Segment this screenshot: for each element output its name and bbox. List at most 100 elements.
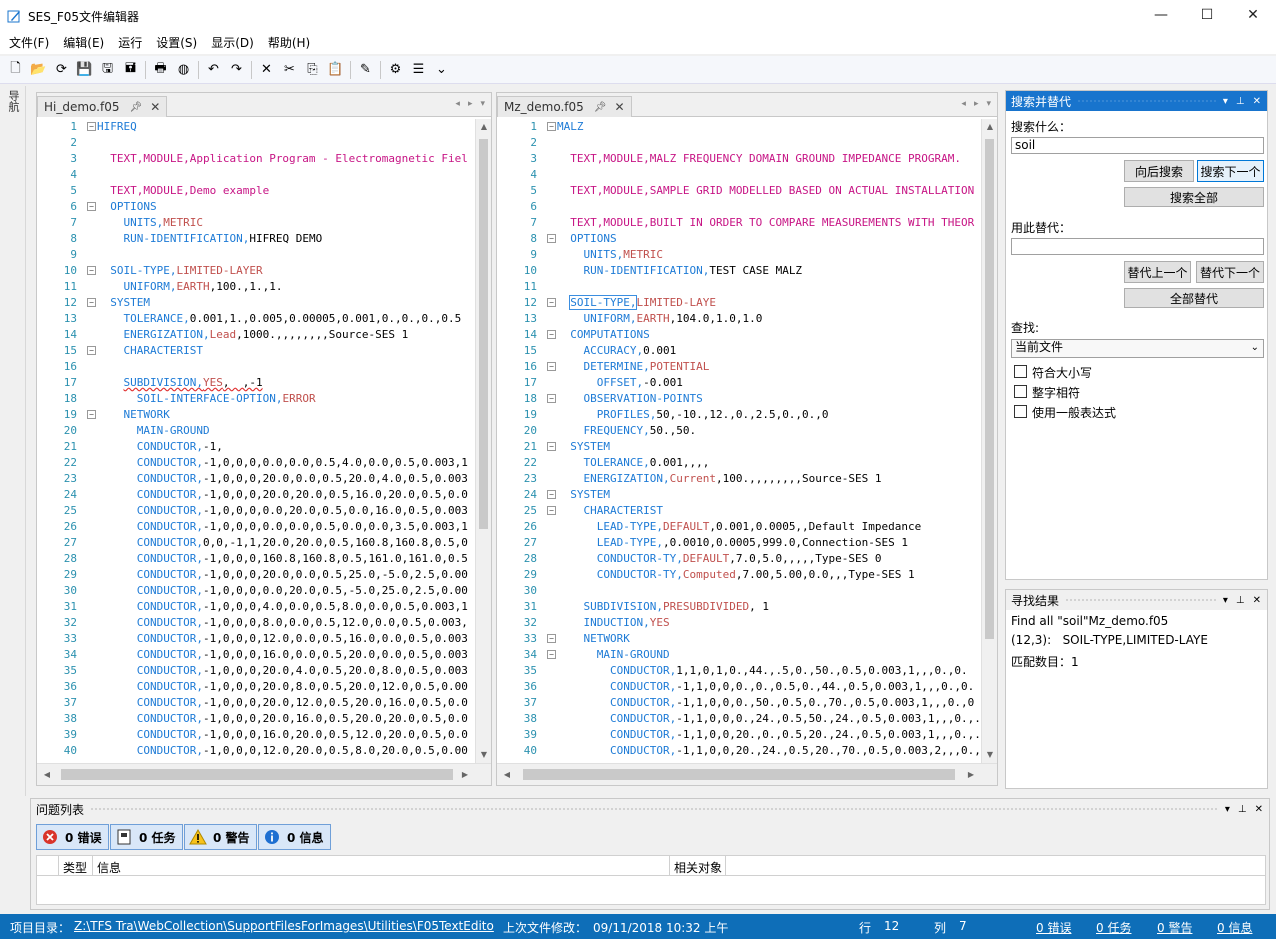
code-line[interactable]: 21 CONDUCTOR,-1, — [37, 439, 475, 455]
menu-help[interactable]: 帮助(H) — [261, 32, 317, 54]
code-line[interactable]: 15 − CHARACTERIST — [37, 343, 475, 359]
save-icon[interactable]: 💾 — [75, 60, 95, 80]
menu-settings[interactable]: 设置(S) — [149, 32, 204, 54]
code-line[interactable]: 29 CONDUCTOR-TY,Computed,7.00,5.00,0.0,,… — [497, 567, 981, 583]
code-line[interactable]: 33 CONDUCTOR,-1,0,0,0,12.0,0.0,0.5,16.0,… — [37, 631, 475, 647]
code-line[interactable]: 4 — [497, 167, 981, 183]
scroll-thumb[interactable] — [523, 769, 955, 780]
code-line[interactable]: 24 − SYSTEM — [497, 487, 981, 503]
pin-icon[interactable]: ⊥ — [1236, 96, 1245, 107]
close-icon[interactable]: ✕ — [1255, 804, 1263, 815]
scroll-up-icon[interactable]: ▲ — [982, 119, 998, 135]
code-line[interactable]: 25 CONDUCTOR,-1,0,0,0,0.0,20.0,0.5,0.0,1… — [37, 503, 475, 519]
fold-toggle-icon[interactable]: − — [547, 490, 556, 499]
code-line[interactable]: 28 CONDUCTOR-TY,DEFAULT,7.0,5.0,,,,,Type… — [497, 551, 981, 567]
code-line[interactable]: 31 SUBDIVISION,PRESUBDIVIDED, 1 — [497, 599, 981, 615]
code-line[interactable]: 2 — [37, 135, 475, 151]
code-line[interactable]: 26 LEAD-TYPE,DEFAULT,0.001,0.0005,,Defau… — [497, 519, 981, 535]
code-line[interactable]: 21 − SYSTEM — [497, 439, 981, 455]
code-line[interactable]: 14 − COMPUTATIONS — [497, 327, 981, 343]
code-line[interactable]: 35 CONDUCTOR,-1,0,0,0,20.0,4.0,0.5,20.0,… — [37, 663, 475, 679]
navigation-tab[interactable]: 导航 — [6, 90, 20, 112]
replace-all-button[interactable]: 全部替代 — [1124, 288, 1264, 308]
column-info[interactable]: 信息 — [97, 859, 121, 876]
status-tasks[interactable]: 0 任务 — [1096, 919, 1131, 936]
vertical-scrollbar[interactable]: ▲ ▼ — [475, 119, 491, 763]
menu-run[interactable]: 运行 — [111, 32, 149, 54]
dropdown-icon[interactable]: ▾ — [1223, 595, 1228, 606]
find-input[interactable]: soil — [1011, 137, 1264, 154]
scroll-left-icon[interactable]: ◀ — [39, 767, 55, 783]
save-as-icon[interactable]: 🖫 — [98, 60, 118, 80]
code-line[interactable]: 27 LEAD-TYPE,,0.0010,0.0005,999.0,Connec… — [497, 535, 981, 551]
code-line[interactable]: 27 CONDUCTOR,0,0,-1,1,20.0,20.0,0.5,160.… — [37, 535, 475, 551]
code-area[interactable]: 1− MALZ 2 3 TEXT,MODULE,MALZ FREQUENCY DOMA… — [497, 119, 981, 763]
maximize-button[interactable]: ☐ — [1184, 0, 1230, 30]
code-line[interactable]: 19 PROFILES,50,-10.,12.,0.,2.5,0.,0.,0 — [497, 407, 981, 423]
find-prev-button[interactable]: 向后搜索 — [1124, 160, 1194, 182]
dropdown-icon[interactable]: ▾ — [1225, 804, 1230, 815]
code-line[interactable]: 11 UNIFORM,EARTH,100.,1.,1. — [37, 279, 475, 295]
code-line[interactable]: 18 − OBSERVATION-POINTS — [497, 391, 981, 407]
code-line[interactable]: 18 SOIL-INTERFACE-OPTION,ERROR — [37, 391, 475, 407]
refresh-icon[interactable]: ⟳ — [52, 60, 72, 80]
code-line[interactable]: 39 CONDUCTOR,-1,0,0,0,16.0,20.0,0.5,12.0… — [37, 727, 475, 743]
code-line[interactable]: 1 − MALZ — [497, 119, 981, 135]
replace-input[interactable] — [1011, 238, 1264, 255]
code-line[interactable]: 10 RUN-IDENTIFICATION,TEST CASE MALZ — [497, 263, 981, 279]
minimize-button[interactable]: — — [1138, 0, 1184, 30]
fold-toggle-icon[interactable]: − — [547, 298, 556, 307]
code-line[interactable]: 14 ENERGIZATION,Lead,1000.,,,,,,,,Source… — [37, 327, 475, 343]
project-path-link[interactable]: Z:\TFS Tra\WebCollection\SupportFilesFor… — [74, 919, 494, 933]
code-line[interactable]: 22 CONDUCTOR,-1,0,0,0,0.0,0.0,0.5,4.0,0.… — [37, 455, 475, 471]
code-line[interactable]: 7 UNITS,METRIC — [37, 215, 475, 231]
color-icon[interactable]: ◍ — [174, 60, 194, 80]
code-line[interactable]: 36 CONDUCTOR,-1,1,0,0,0.,0.,0.5,0.,44.,0… — [497, 679, 981, 695]
code-line[interactable]: 30 — [497, 583, 981, 599]
fold-toggle-icon[interactable]: − — [87, 346, 96, 355]
code-line[interactable]: 23 ENERGIZATION,Current,100.,,,,,,,,Sour… — [497, 471, 981, 487]
code-line[interactable]: 23 CONDUCTOR,-1,0,0,0,20.0,0.0,0.5,20.0,… — [37, 471, 475, 487]
code-line[interactable]: 38 CONDUCTOR,-1,1,0,0,0.,24.,0.5,50.,24.… — [497, 711, 981, 727]
fold-toggle-icon[interactable]: − — [547, 650, 556, 659]
match-case-checkbox[interactable] — [1014, 365, 1027, 378]
code-line[interactable]: 2 — [497, 135, 981, 151]
code-line[interactable]: 17 SUBDIVISION,YES, ,-1 — [37, 375, 475, 391]
code-line[interactable]: 19 − NETWORK — [37, 407, 475, 423]
code-line[interactable]: 22 TOLERANCE,0.001,,,, — [497, 455, 981, 471]
scroll-right-icon[interactable]: ▶ — [457, 767, 473, 783]
pin-icon[interactable]: ⊥ — [1238, 804, 1247, 815]
fold-toggle-icon[interactable]: − — [547, 394, 556, 403]
code-line[interactable]: 12 − SYSTEM — [37, 295, 475, 311]
errors-filter-button[interactable]: 0 错误 — [36, 824, 109, 850]
fold-toggle-icon[interactable]: − — [87, 122, 96, 131]
code-line[interactable]: 13 TOLERANCE,0.001,1.,0.005,0.00005,0.00… — [37, 311, 475, 327]
tab-right-arrow-icon[interactable]: ▸ — [468, 99, 473, 109]
redo-icon[interactable]: ↷ — [227, 60, 247, 80]
code-line[interactable]: 12 − SOIL-TYPE,LIMITED-LAYE — [497, 295, 981, 311]
scope-select[interactable]: 当前文件 ⌄ — [1011, 339, 1264, 358]
code-line[interactable]: 15 ACCURACY,0.001 — [497, 343, 981, 359]
regex-checkbox[interactable] — [1014, 405, 1027, 418]
code-line[interactable]: 36 CONDUCTOR,-1,0,0,0,20.0,8.0,0.5,20.0,… — [37, 679, 475, 695]
fold-toggle-icon[interactable]: − — [87, 202, 96, 211]
code-line[interactable]: 5 TEXT,MODULE,SAMPLE GRID MODELLED BASED… — [497, 183, 981, 199]
code-line[interactable]: 13 UNIFORM,EARTH,104.0,1.0,1.0 — [497, 311, 981, 327]
code-line[interactable]: 10 − SOIL-TYPE,LIMITED-LAYER — [37, 263, 475, 279]
info-filter-button[interactable]: 0 信息 — [258, 824, 331, 850]
scroll-thumb[interactable] — [985, 139, 994, 639]
scroll-right-icon[interactable]: ▶ — [963, 767, 979, 783]
code-line[interactable]: 37 CONDUCTOR,-1,1,0,0,0.,50.,0.5,0.,70.,… — [497, 695, 981, 711]
fold-toggle-icon[interactable]: − — [547, 330, 556, 339]
close-button[interactable]: ✕ — [1230, 0, 1276, 30]
replace-next-button[interactable]: 替代下一个 — [1196, 261, 1264, 283]
scroll-down-icon[interactable]: ▼ — [476, 747, 492, 763]
scroll-down-icon[interactable]: ▼ — [982, 747, 998, 763]
close-icon[interactable]: ✕ — [614, 100, 624, 114]
whole-word-checkbox[interactable] — [1014, 385, 1027, 398]
code-line[interactable]: 39 CONDUCTOR,-1,1,0,0,20.,0.,0.5,20.,24.… — [497, 727, 981, 743]
scroll-thumb[interactable] — [61, 769, 453, 780]
code-line[interactable]: 16 — [37, 359, 475, 375]
print-icon[interactable]: 🖶 — [151, 60, 171, 80]
column-related[interactable]: 相关对象 — [674, 859, 722, 876]
